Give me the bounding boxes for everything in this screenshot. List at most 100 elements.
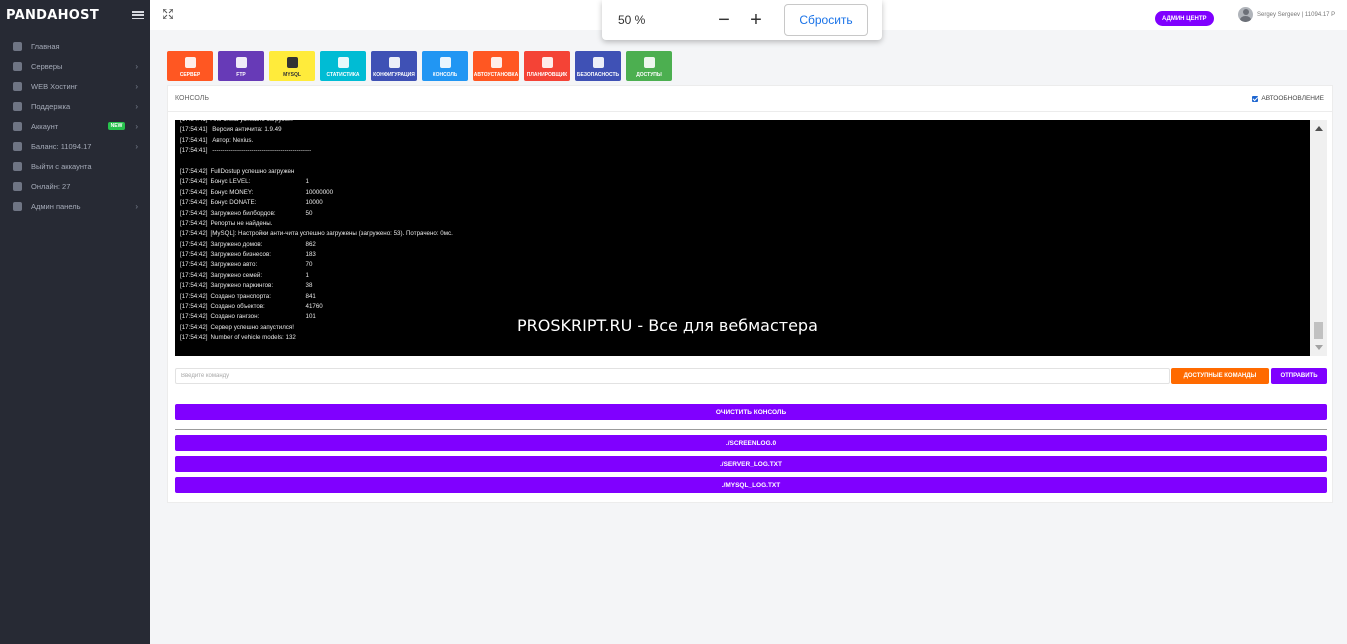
config-file-icon — [388, 57, 400, 68]
console-line-value: 101 — [305, 313, 316, 321]
sidebar-item[interactable]: Выйти с аккаунта — [0, 156, 150, 176]
console-line-time: [17:54:42] — [180, 188, 208, 196]
console-line-text: ----------------------------------------… — [210, 147, 312, 155]
user-label: Sergey Sergeev | 11094.17 Р — [1257, 11, 1336, 18]
user-menu[interactable]: Sergey Sergeev | 11094.17 Р — [1238, 7, 1335, 22]
server-log-button[interactable]: ./SERVER_LOG.TXT — [175, 456, 1327, 472]
fullscreen-expand-icon[interactable] — [163, 9, 173, 19]
sidebar-item[interactable]: Главная — [0, 36, 150, 56]
sidebar-item[interactable]: Серверы › — [0, 56, 150, 76]
zoom-popup: 50 % − + Сбросить — [602, 0, 882, 40]
scroll-down-arrow-icon[interactable] — [1315, 345, 1323, 350]
console-line-text: Сервер успешно запустился! — [210, 323, 294, 331]
avatar — [1238, 7, 1253, 22]
logo[interactable]: PANDAHOST — [6, 8, 99, 23]
command-input[interactable] — [175, 368, 1170, 384]
tile-button[interactable]: ПЛАНИРОВЩИК — [524, 51, 570, 81]
sidebar-item[interactable]: Баланс: 11094.17 › — [0, 136, 150, 156]
console-line-value: 70 — [305, 261, 313, 269]
users-icon — [13, 181, 22, 191]
globe-icon — [13, 201, 22, 211]
tile-label: FTP — [236, 72, 246, 78]
clear-console-button[interactable]: ОЧИСТИТЬ КОНСОЛЬ — [175, 404, 1327, 420]
screenlog-button[interactable]: ./SCREENLOG.0 — [175, 435, 1327, 451]
sidebar-item[interactable]: Поддержка › — [0, 96, 150, 116]
sidebar-item-label: Онлайн: 27 — [31, 181, 71, 191]
console-line-time: [17:54:42] — [180, 240, 208, 248]
console-scrollbar[interactable] — [1310, 120, 1327, 356]
calendar-icon — [541, 57, 553, 68]
console-line-text: Загружено домов: — [210, 240, 263, 248]
console-line: [17:54:42] Создано объектов: 41760 — [180, 302, 453, 312]
console-line: [17:54:42] Загружено семей: 1 — [180, 271, 453, 281]
zoom-in-button[interactable]: + — [740, 10, 772, 30]
sidebar-item[interactable]: Админ панель › — [0, 196, 150, 216]
console-line: [17:54:42] Number of vehicle models: 132 — [180, 333, 453, 343]
console-line: [17:54:42] Бонус MONEY: 10000000 — [180, 188, 453, 198]
tile-button[interactable]: СЕРВЕР — [167, 51, 213, 81]
console-line-time: [17:54:42] — [180, 292, 208, 300]
chevron-right-icon: › — [135, 101, 138, 111]
console-line-text: Автор: Nexius. — [210, 136, 254, 144]
console-line-time: [17:54:41] — [180, 126, 208, 134]
console-line-time: [17:54:42] — [180, 199, 208, 207]
console-line-text: Создано объектов: — [210, 303, 265, 311]
console-line-time: [17:54:42] — [180, 230, 208, 238]
console-line-value: 841 — [305, 292, 316, 300]
checkbox-checked-icon[interactable] — [1252, 95, 1259, 102]
console-line-value: 862 — [305, 240, 316, 248]
console-line-time: [17:54:42] — [180, 219, 208, 227]
tile-button[interactable]: MYSQL — [269, 51, 315, 81]
console-line-time: [17:54:42] — [180, 303, 208, 311]
sidebar-item[interactable]: WEB Хостинг › — [0, 76, 150, 96]
admin-center-button[interactable]: АДМИН ЦЕНТР — [1155, 11, 1214, 26]
sidebar-item-label: Серверы — [31, 61, 63, 71]
available-commands-button[interactable]: ДОСТУПНЫЕ КОМАНДЫ — [1171, 368, 1269, 384]
tile-button[interactable]: FTP — [218, 51, 264, 81]
console-line: [17:54:42] Загружено билбордов: 50 — [180, 209, 453, 219]
logout-icon — [13, 161, 22, 171]
home-icon — [13, 41, 22, 51]
tile-button[interactable]: СТАТИСТИКА — [320, 51, 366, 81]
hamburger-menu-icon[interactable] — [132, 9, 144, 21]
console-line-text: Бонус MONEY: — [210, 188, 254, 196]
sidebar-item-label: Главная — [31, 41, 60, 51]
sidebar-item-label: WEB Хостинг — [31, 81, 78, 91]
divider — [175, 429, 1327, 430]
console-line-time: [17:54:42] — [180, 323, 208, 331]
console-output[interactable]: [17:54:41]Anti-cheat успешно загружен[17… — [175, 120, 1310, 356]
console-line-text: Версия античита: 1.9.49 — [210, 126, 282, 134]
tile-button[interactable]: ДОСТУПЫ — [626, 51, 672, 81]
console-line: [17:54:42] Создано транспорта: 841 — [180, 292, 453, 302]
watermark-text: PROSKRIPT.RU - Все для вебмастера — [517, 316, 818, 335]
console-line-text: [MySQL]: Настройки анти-чита успешно заг… — [210, 230, 453, 238]
console-line-time: [17:54:41] — [180, 136, 208, 144]
bar-chart-icon — [337, 57, 349, 68]
console-line-time: [17:54:42] — [180, 209, 208, 217]
zoom-reset-button[interactable]: Сбросить — [784, 4, 868, 36]
tile-button[interactable]: КОНСОЛЬ — [422, 51, 468, 81]
console-line: [17:54:42] Загружено паркингов: 38 — [180, 281, 453, 291]
sidebar-header: PANDAHOST — [0, 0, 150, 30]
zoom-level: 50 % — [618, 13, 646, 27]
sidebar-item[interactable]: Аккаунт NEW › — [0, 116, 150, 136]
scroll-thumb[interactable] — [1314, 322, 1323, 339]
console-line: [17:54:42] Бонус DONATE: 10000 — [180, 198, 453, 208]
tile-button[interactable]: КОНФИГУРАЦИЯ — [371, 51, 417, 81]
console-lines: [17:54:41]Anti-cheat успешно загружен[17… — [180, 120, 453, 344]
tile-button[interactable]: БЕЗОПАСНОСТЬ — [575, 51, 621, 81]
wallet-icon — [13, 141, 22, 151]
mysql-log-button[interactable]: ./MYSQL_LOG.TXT — [175, 477, 1327, 493]
tile-label: ПЛАНИРОВЩИК — [526, 72, 568, 78]
zoom-out-button[interactable]: − — [708, 10, 740, 30]
send-button[interactable]: ОТПРАВИТЬ — [1271, 368, 1327, 384]
console-line: [17:54:41] Автор: Nexius. — [180, 136, 453, 146]
console-line-time: [17:54:42] — [180, 334, 208, 342]
tile-label: ДОСТУПЫ — [636, 72, 662, 78]
scroll-up-arrow-icon[interactable] — [1315, 126, 1323, 131]
console-line-text: Репорты не найдены. — [210, 219, 273, 227]
sidebar-item[interactable]: Онлайн: 27 — [0, 176, 150, 196]
tile-button[interactable]: АВТОУСТАНОВКА — [473, 51, 519, 81]
console-card: КОНСОЛЬ АВТООБНОВЛЕНИЕ [17:54:41]Anti-ch… — [167, 85, 1333, 503]
autoupdate-checkbox[interactable]: АВТООБНОВЛЕНИЕ — [1252, 95, 1324, 102]
